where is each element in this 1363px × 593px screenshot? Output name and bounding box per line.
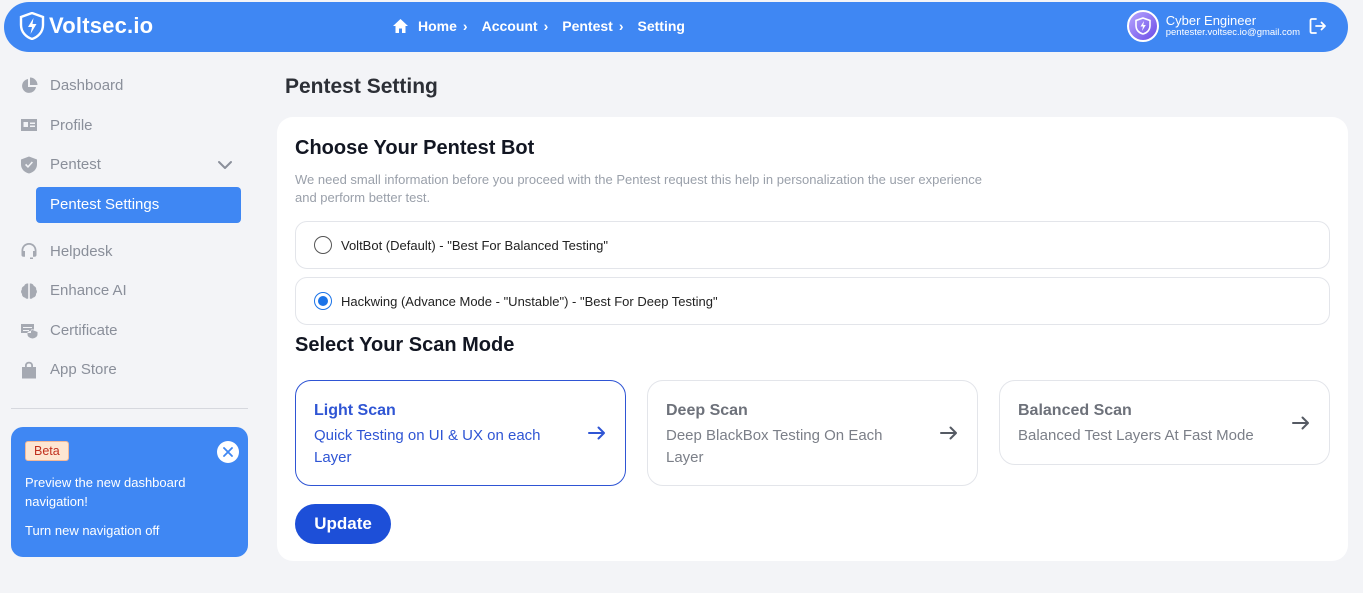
- shield-bolt-icon: [19, 12, 45, 40]
- user-info: Cyber Engineer pentester.voltsec.io@gmai…: [1165, 12, 1300, 39]
- chevron-right-icon: ›: [543, 18, 549, 34]
- breadcrumb-setting[interactable]: Setting: [638, 18, 685, 34]
- breadcrumb-account[interactable]: Account ›: [482, 18, 563, 34]
- sidebar-item-label: Dashboard: [50, 77, 124, 95]
- bot-option-label: VoltBot (Default) - "Best For Balanced T…: [341, 237, 608, 253]
- radio-button[interactable]: [314, 236, 332, 254]
- bot-option-hackwing[interactable]: Hackwing (Advance Mode - "Unstable") - "…: [295, 277, 1330, 325]
- sidebar-item-label: Certificate: [50, 321, 118, 339]
- close-button[interactable]: [217, 441, 239, 463]
- scan-heading: Select Your Scan Mode: [295, 334, 515, 356]
- sidebar-item-label: Profile: [50, 116, 93, 134]
- promo-text: Preview the new dashboard navigation!: [25, 475, 186, 509]
- breadcrumb-label: Account: [481, 18, 538, 34]
- sidebar-item-label: Helpdesk: [50, 242, 113, 260]
- id-card-icon: [19, 115, 39, 135]
- top-navbar: Voltsec.io Home › Account › Pentest › Se…: [4, 2, 1348, 52]
- scan-mode-title: Balanced Scan: [1018, 402, 1132, 419]
- scan-mode-light[interactable]: Light Scan Quick Testing on UI & UX on e…: [295, 380, 626, 486]
- bot-description: We need small information before you pro…: [295, 172, 982, 205]
- promo-card: Beta Preview the new dashboard navigatio…: [11, 427, 248, 557]
- arrow-right-icon: [940, 426, 957, 440]
- radio-button-checked[interactable]: [314, 292, 332, 310]
- arrow-right-icon: [1292, 416, 1309, 430]
- update-button[interactable]: Update: [295, 504, 391, 544]
- scan-mode-description: Deep BlackBox Testing On Each Layer: [666, 427, 883, 466]
- sidebar-item-pentest[interactable]: Pentest: [11, 145, 251, 185]
- scan-mode-balanced[interactable]: Balanced Scan Balanced Test Layers At Fa…: [999, 380, 1330, 465]
- chevron-right-icon: ›: [618, 18, 624, 34]
- scan-mode-title: Light Scan: [314, 402, 396, 419]
- pie-chart-icon: [19, 76, 39, 96]
- page-title: Pentest Setting: [285, 75, 438, 98]
- sidebar-item-profile[interactable]: Profile: [11, 106, 251, 146]
- settings-card: Choose Your Pentest Bot We need small in…: [277, 117, 1348, 561]
- bot-option-label: Hackwing (Advance Mode - "Unstable") - "…: [341, 293, 718, 309]
- sidebar-item-enhance-ai[interactable]: Enhance AI: [11, 271, 251, 311]
- user-name: Cyber Engineer: [1165, 12, 1257, 28]
- turn-off-navigation-link[interactable]: Turn new navigation off: [25, 523, 159, 538]
- beta-badge: Beta: [25, 441, 69, 461]
- user-menu[interactable]: Cyber Engineer pentester.voltsec.io@gmai…: [1126, 10, 1328, 42]
- sidebar-item-certificate[interactable]: Certificate: [11, 311, 251, 351]
- home-icon: [393, 19, 408, 33]
- breadcrumb-pentest[interactable]: Pentest ›: [562, 18, 637, 34]
- chevron-right-icon: ›: [462, 18, 468, 34]
- sidebar-item-dashboard[interactable]: Dashboard: [11, 66, 251, 106]
- scan-mode-deep[interactable]: Deep Scan Deep BlackBox Testing On Each …: [647, 380, 978, 486]
- breadcrumb: Home › Account › Pentest › Setting: [392, 18, 685, 34]
- certificate-icon: [19, 320, 39, 340]
- sidebar-item-helpdesk[interactable]: Helpdesk: [11, 232, 251, 272]
- close-icon: [223, 447, 233, 457]
- sidebar-item-pentest-settings[interactable]: Pentest Settings: [36, 186, 241, 223]
- arrow-right-icon: [588, 426, 605, 440]
- sidebar-item-label: App Store: [50, 361, 117, 379]
- user-email: pentester.voltsec.io@gmail.com: [1165, 26, 1300, 38]
- headset-icon: [19, 241, 39, 261]
- sidebar-item-app-store[interactable]: App Store: [11, 350, 251, 390]
- sidebar-item-label: Enhance AI: [50, 282, 127, 300]
- chevron-down-icon[interactable]: [217, 157, 233, 173]
- scan-mode-title: Deep Scan: [666, 402, 748, 419]
- shield-bolt-icon: [1134, 17, 1151, 35]
- avatar[interactable]: [1126, 10, 1159, 42]
- scan-mode-description: Balanced Test Layers At Fast Mode: [1018, 427, 1254, 444]
- shield-check-icon: [19, 155, 39, 175]
- sidebar-divider: [11, 408, 248, 409]
- scan-mode-description: Quick Testing on UI & UX on each Layer: [314, 427, 541, 466]
- sidebar-item-label: Pentest: [50, 156, 101, 174]
- breadcrumb-label: Setting: [637, 18, 685, 34]
- logout-icon[interactable]: [1308, 16, 1328, 36]
- logo-text: Voltsec.io: [49, 13, 154, 38]
- bot-heading: Choose Your Pentest Bot: [295, 137, 535, 159]
- bot-option-voltbot[interactable]: VoltBot (Default) - "Best For Balanced T…: [295, 221, 1330, 269]
- sidebar: Dashboard Profile Pentest Pentest Settin…: [11, 66, 251, 390]
- logo[interactable]: Voltsec.io: [19, 12, 153, 40]
- bag-icon: [19, 360, 39, 380]
- breadcrumb-home[interactable]: Home ›: [392, 18, 482, 34]
- breadcrumb-label: Pentest: [562, 18, 613, 34]
- brain-icon: [19, 281, 39, 301]
- breadcrumb-label: Home: [418, 18, 457, 34]
